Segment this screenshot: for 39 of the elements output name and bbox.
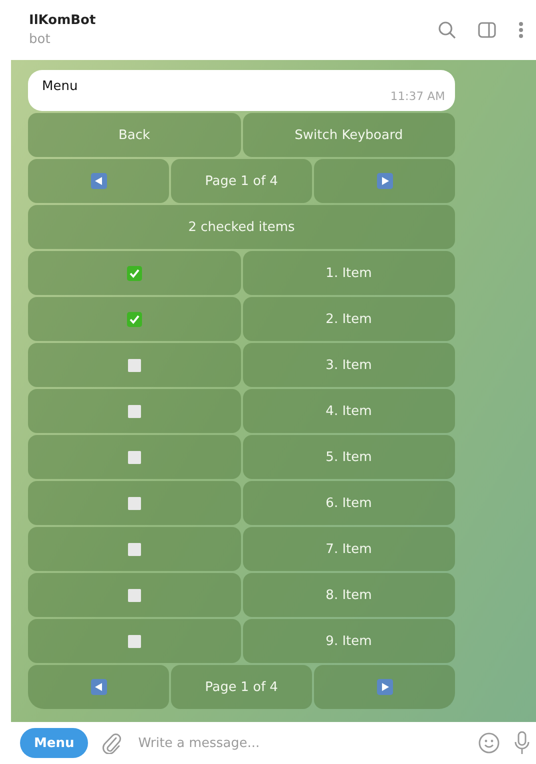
chat-subtitle: bot — [29, 32, 52, 47]
microphone-icon[interactable] — [514, 731, 530, 755]
checkbox-button[interactable] — [28, 527, 240, 571]
checkbox-button[interactable] — [28, 251, 240, 295]
emoji-icon[interactable] — [478, 732, 500, 754]
keyboard-button[interactable]: 1. Item — [242, 251, 455, 295]
message-time: 11:37 AM — [390, 89, 445, 105]
keyboard-button[interactable]: Back — [28, 113, 240, 157]
keyboard-button[interactable]: 8. Item — [242, 573, 455, 617]
checkbox-button[interactable] — [28, 573, 240, 617]
paperclip-icon[interactable] — [102, 732, 122, 754]
keyboard-button[interactable]: 2 checked items — [28, 205, 455, 249]
message-text: Menu — [42, 79, 78, 96]
menu-button[interactable]: Menu — [20, 728, 88, 758]
message-input[interactable]: Write a message... — [136, 734, 464, 752]
keyboard-button[interactable]: 9. Item — [242, 619, 455, 663]
checkbox-button[interactable] — [28, 343, 240, 387]
previous-page-button[interactable] — [28, 159, 169, 203]
sidebar-toggle-icon[interactable] — [478, 22, 496, 38]
next-page-button[interactable] — [314, 159, 455, 203]
more-icon[interactable] — [518, 21, 524, 39]
keyboard-button[interactable]: Switch Keyboard — [242, 113, 455, 157]
next-page-button[interactable] — [314, 665, 455, 709]
keyboard-button[interactable]: 4. Item — [242, 389, 455, 433]
checkbox-button[interactable] — [28, 297, 240, 341]
keyboard-button[interactable]: 6. Item — [242, 481, 455, 525]
previous-page-button[interactable] — [28, 665, 169, 709]
checkbox-button[interactable] — [28, 481, 240, 525]
search-icon[interactable] — [438, 21, 456, 39]
chat-title: IlKomBot — [29, 13, 96, 28]
keyboard-button[interactable]: 3. Item — [242, 343, 455, 387]
checkbox-button[interactable] — [28, 619, 240, 663]
keyboard-button[interactable]: 2. Item — [242, 297, 455, 341]
keyboard-button[interactable]: Page 1 of 4 — [171, 665, 312, 709]
checkbox-button[interactable] — [28, 435, 240, 479]
keyboard-button[interactable]: 7. Item — [242, 527, 455, 571]
keyboard-button[interactable]: Page 1 of 4 — [171, 159, 312, 203]
checkbox-button[interactable] — [28, 389, 240, 433]
keyboard-button[interactable]: 5. Item — [242, 435, 455, 479]
